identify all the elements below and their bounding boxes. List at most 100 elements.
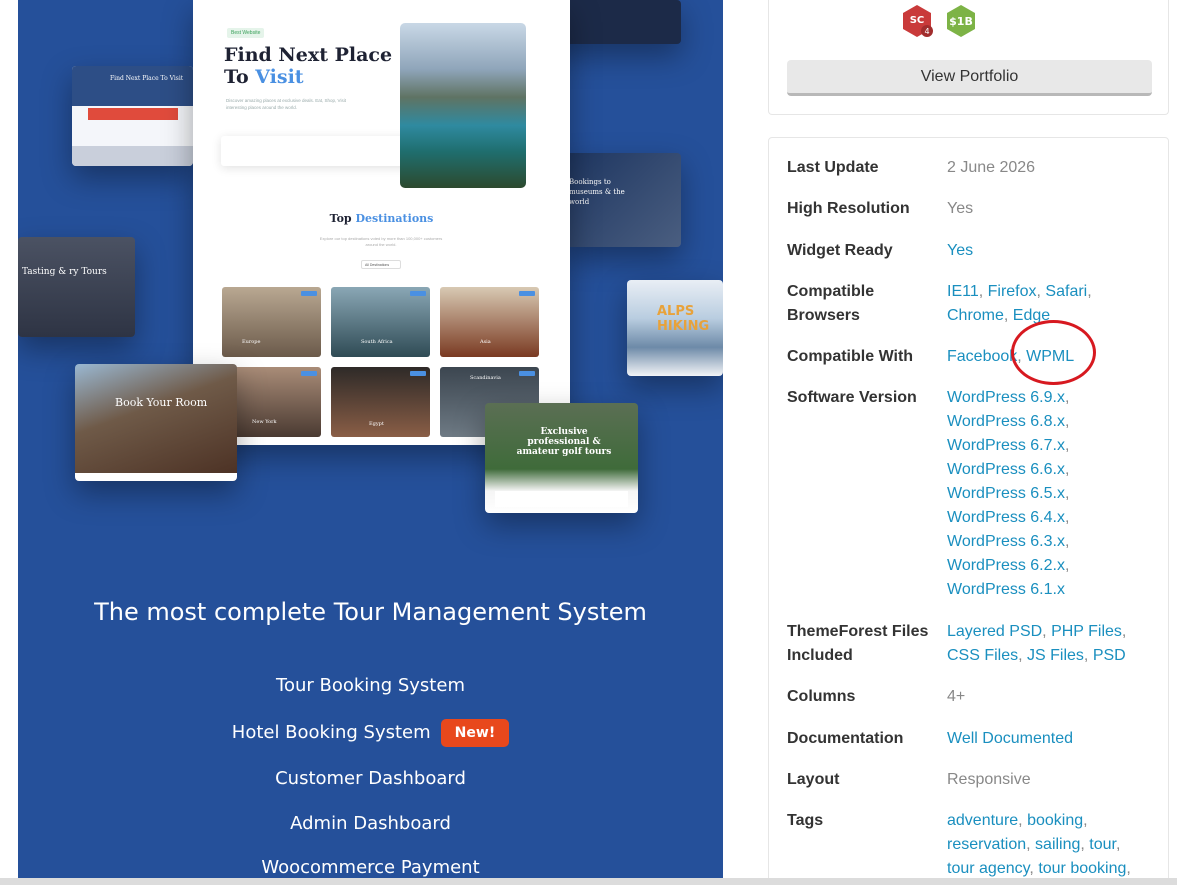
tag-link[interactable]: tour [1089,836,1116,853]
separator: , [1064,509,1070,526]
version-link[interactable]: WordPress 6.8.x [947,413,1065,430]
attr-value: Layered PSD, PHP Files, CSS Files, JS Fi… [947,620,1162,668]
separator: , [978,283,988,300]
destination-pill [410,291,426,296]
compat-link-facebook[interactable]: Facebook [947,348,1017,365]
file-link-js[interactable]: JS Files [1027,647,1084,664]
separator: , [1126,860,1131,877]
tag-link[interactable]: sailing [1035,836,1080,853]
file-link-layered-psd[interactable]: Layered PSD [947,623,1042,640]
tag-link[interactable]: tour booking [1038,860,1126,877]
separator: , [1017,348,1027,365]
page: Find Next Place To Visit Tasting & ry To… [0,0,1177,885]
hero-title-accent: Visit [255,66,304,88]
top-dest-accent: Destinations [355,212,434,225]
preview-title: ALPS HIKING [657,304,710,334]
hero-title-plain: To [224,66,256,88]
sc-badge-sub: 4 [924,27,929,36]
attr-label: Documentation [787,730,904,747]
version-item: WordPress 6.9.x, [947,386,1162,410]
separator: , [1003,307,1013,324]
destination-card: South Africa [331,287,430,357]
version-link[interactable]: WordPress 6.7.x [947,437,1065,454]
tag-link[interactable]: tour agency [947,860,1029,877]
preview-mock-alps-hiking: ALPS HIKING [627,280,723,376]
preview-mock-golf: Exclusive professional & amateur golf to… [485,403,638,513]
hero-title-line2: To Visit [224,66,392,88]
version-link[interactable]: WordPress 6.6.x [947,461,1065,478]
tag-link[interactable]: adventure [947,812,1018,829]
version-link[interactable]: WordPress 6.4.x [947,509,1065,526]
separator: , [1064,485,1070,502]
version-item: WordPress 6.5.x, [947,482,1162,506]
attr-label: Layout [787,771,840,788]
attr-label: Compatible Browsers [787,280,942,328]
version-link[interactable]: WordPress 6.2.x [947,557,1065,574]
separator: , [1029,860,1039,877]
separator: , [1121,623,1127,640]
browser-link-safari[interactable]: Safari [1045,283,1087,300]
version-item: WordPress 6.8.x, [947,410,1162,434]
item-attributes-card: Last Update 2 June 2026 High Resolution … [768,137,1169,885]
destination-name: Egypt [369,421,384,427]
destinations-select-label: All Destinations [365,263,390,267]
browser-link-firefox[interactable]: Firefox [988,283,1037,300]
file-link-css[interactable]: CSS Files [947,647,1018,664]
attr-value: IE11, Firefox, Safari, Chrome, Edge [947,280,1162,328]
separator: , [1083,812,1088,829]
preview-mock-find-place: Find Next Place To Visit [72,66,193,166]
promo-heading: The most complete Tour Management System [94,598,647,626]
version-link[interactable]: WordPress 6.9.x [947,389,1065,406]
tag-link[interactable]: booking [1027,812,1083,829]
file-link-psd[interactable]: PSD [1093,647,1126,664]
destination-name: New York [252,419,277,425]
horizontal-scrollbar[interactable] [0,878,1177,885]
attr-value: Yes [947,239,1162,263]
version-item: WordPress 6.7.x, [947,434,1162,458]
compat-link-wpml[interactable]: WPML [1026,348,1074,365]
sc-badge-label: SC [910,15,925,26]
hero-title-line1: Find Next Place [224,44,393,66]
separator: , [1064,413,1070,430]
tag-link[interactable]: reservation [947,836,1026,853]
feature-customer-dashboard: Customer Dashboard [275,768,466,789]
attr-label: ThemeForest Files Included [787,620,942,668]
browser-link-chrome[interactable]: Chrome [947,307,1004,324]
separator: , [1080,836,1090,853]
preview-title: Exclusive professional & amateur golf to… [516,427,612,457]
destination-name: Scandinavia [470,375,501,381]
documentation-link[interactable]: Well Documented [947,730,1073,747]
separator: , [1064,437,1070,454]
version-link[interactable]: WordPress 6.5.x [947,485,1065,502]
version-item: WordPress 6.3.x, [947,530,1162,554]
file-link-php[interactable]: PHP Files [1051,623,1122,640]
destination-card: Europe [222,287,321,357]
attr-label-line: Compatible [787,283,875,300]
feature-tour-booking: Tour Booking System [276,675,465,696]
preview-mock-tasting-tours: Tasting & ry Tours [18,237,135,337]
version-link[interactable]: WordPress 6.3.x [947,533,1065,550]
version-link[interactable]: WordPress 6.1.x [947,581,1065,598]
attr-label: Widget Ready [787,242,893,259]
attr-label: Last Update [787,159,879,176]
preview-title: Bookings to museums & the world [569,178,625,206]
version-item: WordPress 6.1.x [947,578,1162,602]
separator: , [1087,283,1092,300]
promo-banner: Find Next Place To Visit Tasting & ry To… [18,0,723,885]
sc-badge-icon: SC 4 [903,5,933,37]
feature-admin-dashboard: Admin Dashboard [290,813,451,834]
view-portfolio-button[interactable]: View Portfolio [787,60,1152,96]
destination-card: Egypt [331,367,430,437]
browser-link-ie11[interactable]: IE11 [947,283,979,300]
separator: , [1064,557,1070,574]
attr-value: adventure, booking, reservation, sailing… [947,809,1162,881]
sales-badge-label: $1B [949,15,973,28]
top-dest-plain: Top [329,212,356,225]
attr-value: Well Documented [947,727,1162,751]
version-item: WordPress 6.4.x, [947,506,1162,530]
widget-ready-link[interactable]: Yes [947,242,973,259]
attr-label: Compatible With [787,348,914,365]
browser-link-edge[interactable]: Edge [1013,307,1050,324]
attr-label: High Resolution [787,200,910,217]
separator: , [1018,647,1028,664]
